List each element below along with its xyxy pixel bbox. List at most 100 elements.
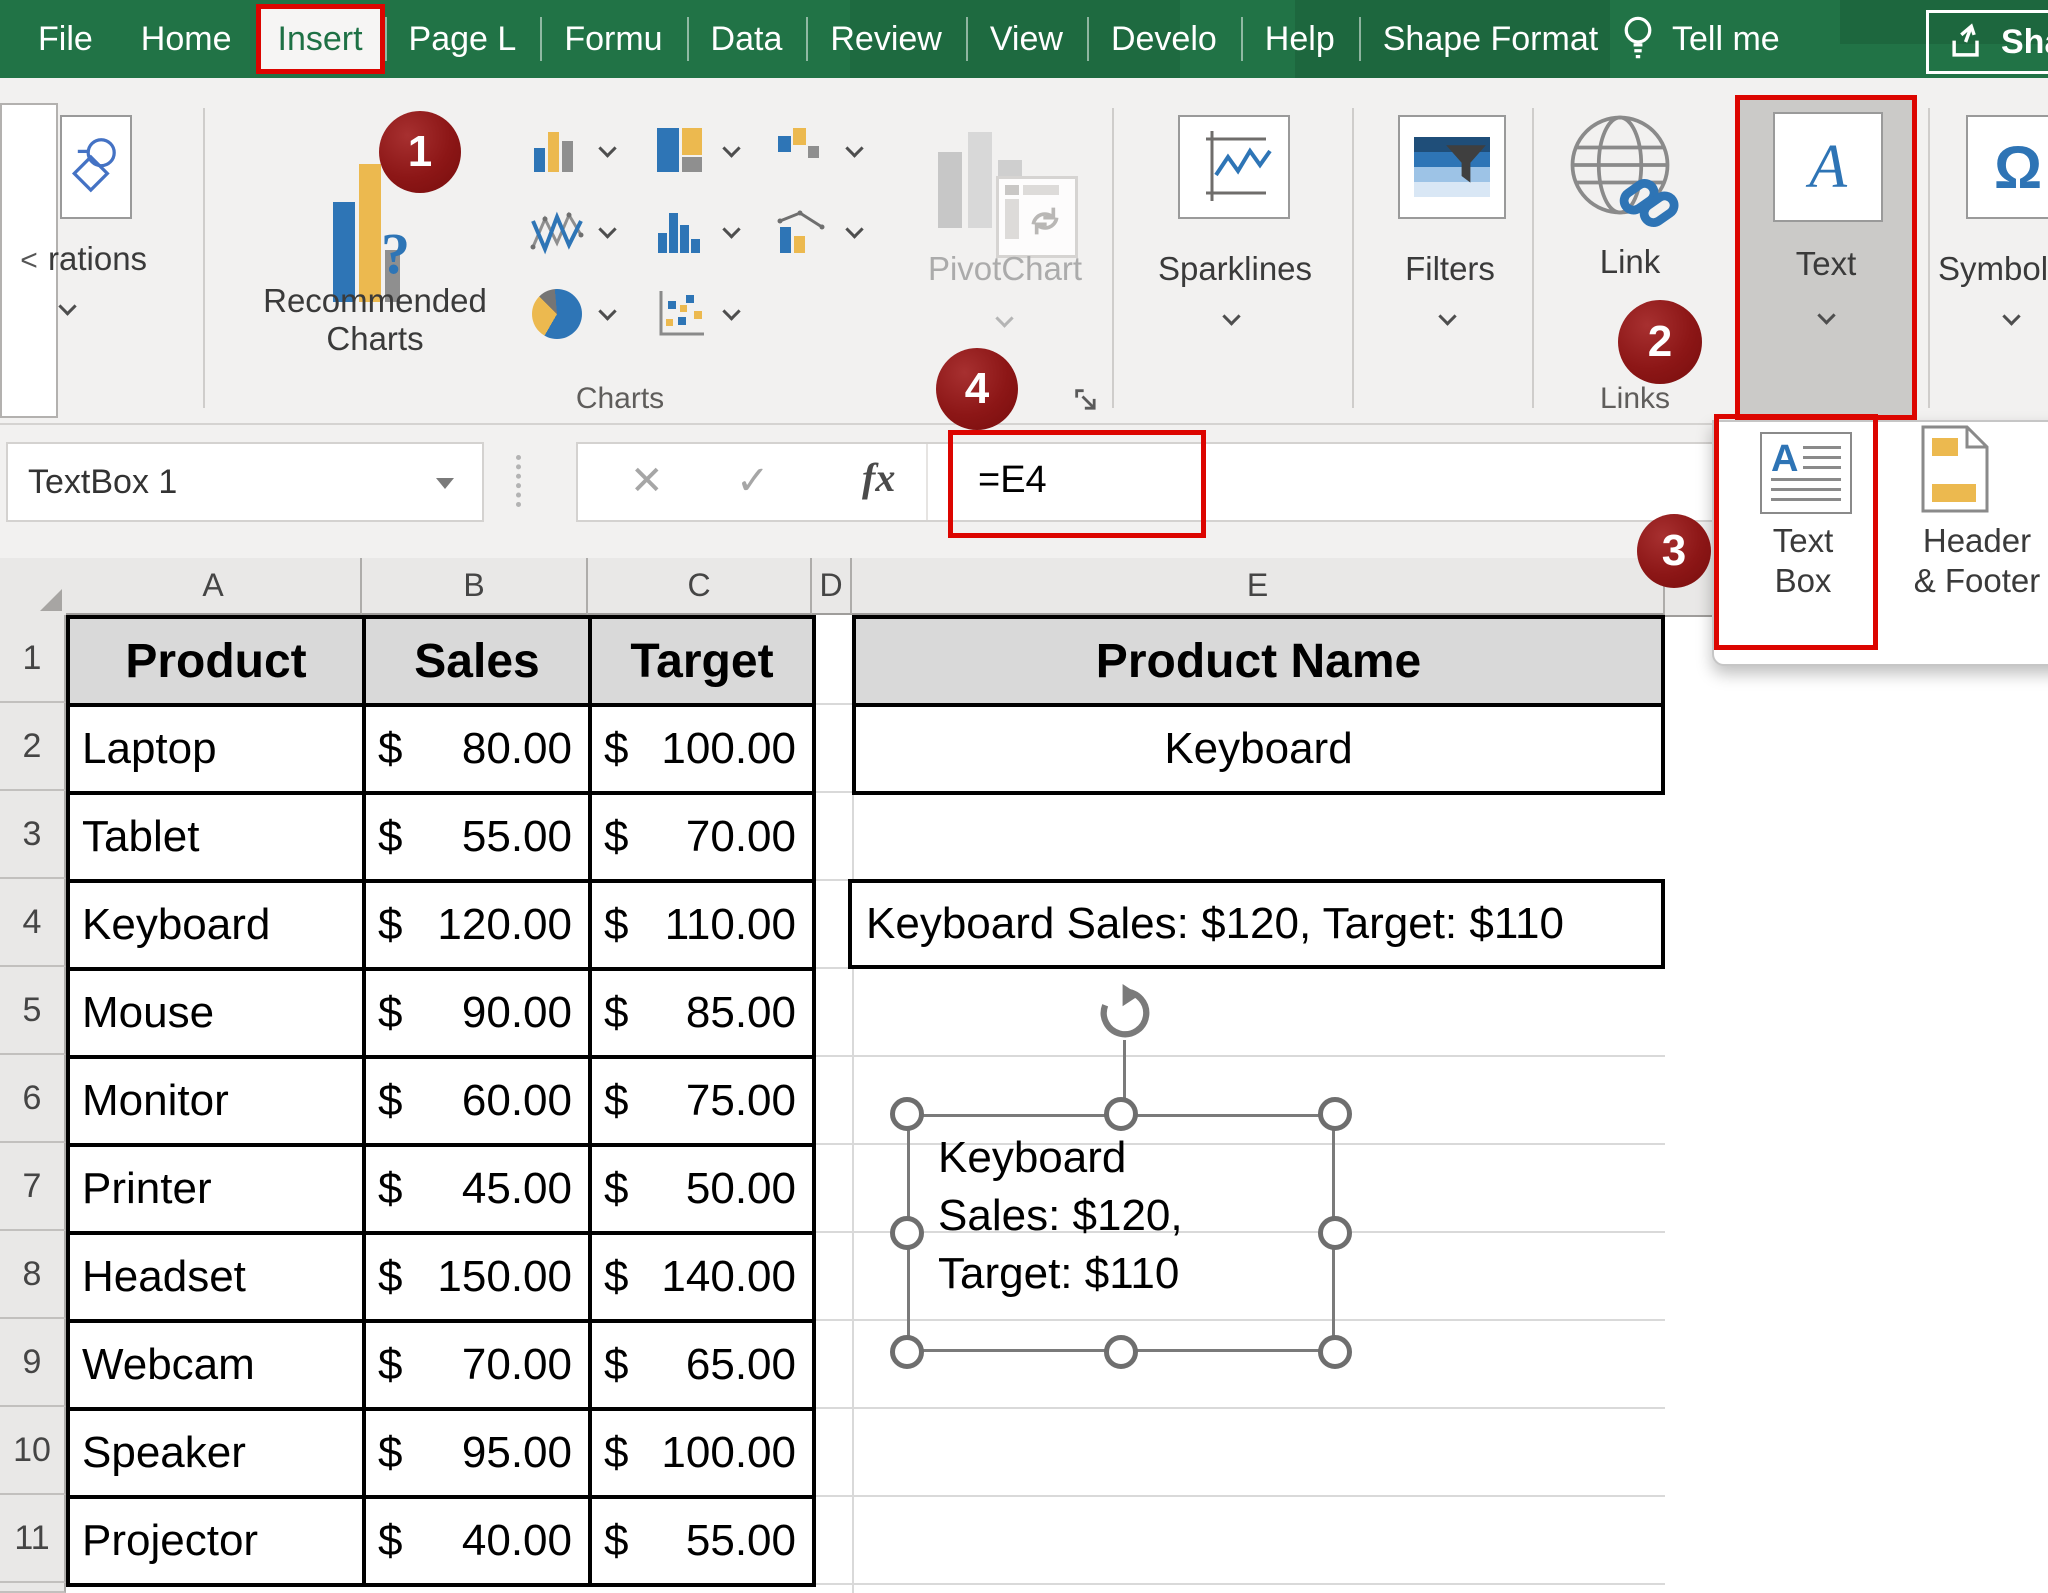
text-dropdown-icon[interactable] bbox=[1817, 307, 1837, 327]
column-header[interactable]: C bbox=[588, 558, 812, 615]
treemap-chart-dropdown-icon[interactable] bbox=[722, 140, 742, 160]
sales-cell[interactable]: $150.00 bbox=[364, 1233, 590, 1321]
column-header[interactable]: B bbox=[362, 558, 588, 615]
menu-item-header-footer[interactable]: Header & Footer bbox=[1882, 422, 2048, 648]
tell-me-button[interactable]: Tell me bbox=[1620, 0, 1780, 78]
column-header[interactable]: A bbox=[66, 558, 362, 615]
dialog-launcher-icon[interactable] bbox=[1072, 386, 1100, 414]
sales-cell[interactable]: $55.00 bbox=[364, 793, 590, 881]
sparklines-dropdown-icon[interactable] bbox=[1222, 308, 1242, 328]
product-cell[interactable]: Printer bbox=[68, 1145, 364, 1233]
filters-button-icon[interactable] bbox=[1398, 115, 1506, 219]
scatter-chart-button[interactable] bbox=[654, 289, 708, 339]
formula-bar-resize-handle[interactable] bbox=[516, 455, 521, 507]
text-button[interactable]: A Text bbox=[1735, 95, 1917, 420]
column-chart-dropdown-icon[interactable] bbox=[598, 140, 618, 160]
target-cell[interactable]: $55.00 bbox=[590, 1497, 814, 1585]
selected-textbox[interactable]: KeyboardSales: $120,Target: $110 bbox=[907, 1114, 1335, 1352]
column-chart-button[interactable] bbox=[530, 126, 584, 176]
ribbon-tab[interactable]: Help bbox=[1241, 0, 1359, 78]
column-header[interactable]: D bbox=[812, 558, 852, 615]
column-header[interactable]: E bbox=[852, 558, 1665, 615]
link-button[interactable]: Link bbox=[1565, 110, 1705, 285]
target-cell[interactable]: $140.00 bbox=[590, 1233, 814, 1321]
product-cell[interactable]: Headset bbox=[68, 1233, 364, 1321]
product-cell[interactable]: Laptop bbox=[68, 705, 364, 793]
scatter-chart-dropdown-icon[interactable] bbox=[722, 303, 742, 323]
row-header[interactable]: 3 bbox=[0, 791, 66, 879]
waterfall-chart-dropdown-icon[interactable] bbox=[845, 140, 865, 160]
sales-cell[interactable]: $40.00 bbox=[364, 1497, 590, 1585]
resize-handle-top-right[interactable] bbox=[1318, 1097, 1352, 1131]
sales-cell[interactable]: $90.00 bbox=[364, 969, 590, 1057]
enter-icon[interactable]: ✓ bbox=[736, 458, 770, 504]
name-box-dropdown-icon[interactable] bbox=[436, 478, 454, 489]
row-header[interactable]: 7 bbox=[0, 1143, 66, 1231]
histogram-chart-button[interactable] bbox=[654, 207, 708, 257]
pivotchart-button[interactable]: PivotChart bbox=[920, 110, 1090, 340]
illustrations-button[interactable] bbox=[60, 115, 132, 219]
pivotchart-dropdown-icon[interactable] bbox=[995, 310, 1015, 330]
sales-cell[interactable]: $80.00 bbox=[364, 705, 590, 793]
ribbon-tab[interactable]: Home bbox=[117, 0, 256, 78]
row-header[interactable]: 8 bbox=[0, 1231, 66, 1319]
ribbon-tab[interactable]: Shape Format bbox=[1359, 0, 1622, 78]
resize-handle-middle-right[interactable] bbox=[1318, 1216, 1352, 1250]
pie-chart-button[interactable] bbox=[530, 289, 584, 339]
rotate-handle-icon[interactable] bbox=[1096, 984, 1154, 1042]
table-header-cell[interactable]: Target bbox=[590, 617, 814, 705]
target-cell[interactable]: $70.00 bbox=[590, 793, 814, 881]
combo-chart-dropdown-icon[interactable] bbox=[845, 221, 865, 241]
target-cell[interactable]: $65.00 bbox=[590, 1321, 814, 1409]
ribbon-tab[interactable]: Insert bbox=[256, 4, 385, 74]
resize-handle-top-center[interactable] bbox=[1104, 1097, 1138, 1131]
share-button[interactable]: Share bbox=[1926, 10, 2048, 74]
row-header[interactable]: 2 bbox=[0, 703, 66, 791]
product-cell[interactable]: Monitor bbox=[68, 1057, 364, 1145]
ribbon-tab[interactable]: View bbox=[966, 0, 1087, 78]
illustrations-dropdown-icon[interactable] bbox=[58, 298, 78, 318]
treemap-chart-button[interactable] bbox=[654, 126, 708, 176]
sparklines-button-icon[interactable] bbox=[1178, 115, 1290, 219]
waterfall-chart-button[interactable] bbox=[776, 126, 830, 176]
sales-cell[interactable]: $95.00 bbox=[364, 1409, 590, 1497]
ribbon-tab[interactable]: Formu bbox=[540, 0, 686, 78]
row-header[interactable]: 11 bbox=[0, 1495, 66, 1583]
target-cell[interactable]: $50.00 bbox=[590, 1145, 814, 1233]
line-chart-button[interactable] bbox=[530, 207, 584, 257]
linked-textbox[interactable]: Keyboard Sales: $120, Target: $110 bbox=[848, 879, 1665, 969]
histogram-chart-dropdown-icon[interactable] bbox=[722, 221, 742, 241]
product-cell[interactable]: Webcam bbox=[68, 1321, 364, 1409]
target-cell[interactable]: $75.00 bbox=[590, 1057, 814, 1145]
resize-handle-bottom-center[interactable] bbox=[1104, 1335, 1138, 1369]
fx-icon[interactable]: fx bbox=[862, 454, 895, 501]
target-cell[interactable]: $85.00 bbox=[590, 969, 814, 1057]
name-box[interactable]: TextBox 1 bbox=[6, 442, 484, 522]
ribbon-tab[interactable]: File bbox=[14, 0, 117, 78]
lookup-value-cell[interactable]: Keyboard bbox=[854, 705, 1663, 793]
target-cell[interactable]: $100.00 bbox=[590, 705, 814, 793]
select-all-corner[interactable] bbox=[0, 558, 68, 617]
menu-item-text-box[interactable]: A Text Box bbox=[1728, 422, 1878, 648]
sales-cell[interactable]: $70.00 bbox=[364, 1321, 590, 1409]
resize-handle-bottom-right[interactable] bbox=[1318, 1335, 1352, 1369]
lookup-header-cell[interactable]: Product Name bbox=[854, 617, 1663, 705]
product-cell[interactable]: Mouse bbox=[68, 969, 364, 1057]
row-header[interactable]: 10 bbox=[0, 1407, 66, 1495]
ribbon-tab[interactable]: Develo bbox=[1087, 0, 1241, 78]
row-header[interactable]: 4 bbox=[0, 879, 66, 967]
sales-cell[interactable]: $45.00 bbox=[364, 1145, 590, 1233]
filters-dropdown-icon[interactable] bbox=[1438, 308, 1458, 328]
symbols-button-icon[interactable]: Ω bbox=[1966, 115, 2048, 219]
row-header[interactable]: 6 bbox=[0, 1055, 66, 1143]
table-header-cell[interactable]: Product bbox=[68, 617, 364, 705]
product-cell[interactable]: Speaker bbox=[68, 1409, 364, 1497]
resize-handle-middle-left[interactable] bbox=[890, 1216, 924, 1250]
row-header[interactable]: 9 bbox=[0, 1319, 66, 1407]
cancel-icon[interactable]: ✕ bbox=[630, 458, 664, 504]
pie-chart-dropdown-icon[interactable] bbox=[598, 303, 618, 323]
combo-chart-button[interactable] bbox=[776, 207, 830, 257]
sales-cell[interactable]: $120.00 bbox=[364, 881, 590, 969]
resize-handle-top-left[interactable] bbox=[890, 1097, 924, 1131]
symbols-dropdown-icon[interactable] bbox=[2002, 308, 2022, 328]
